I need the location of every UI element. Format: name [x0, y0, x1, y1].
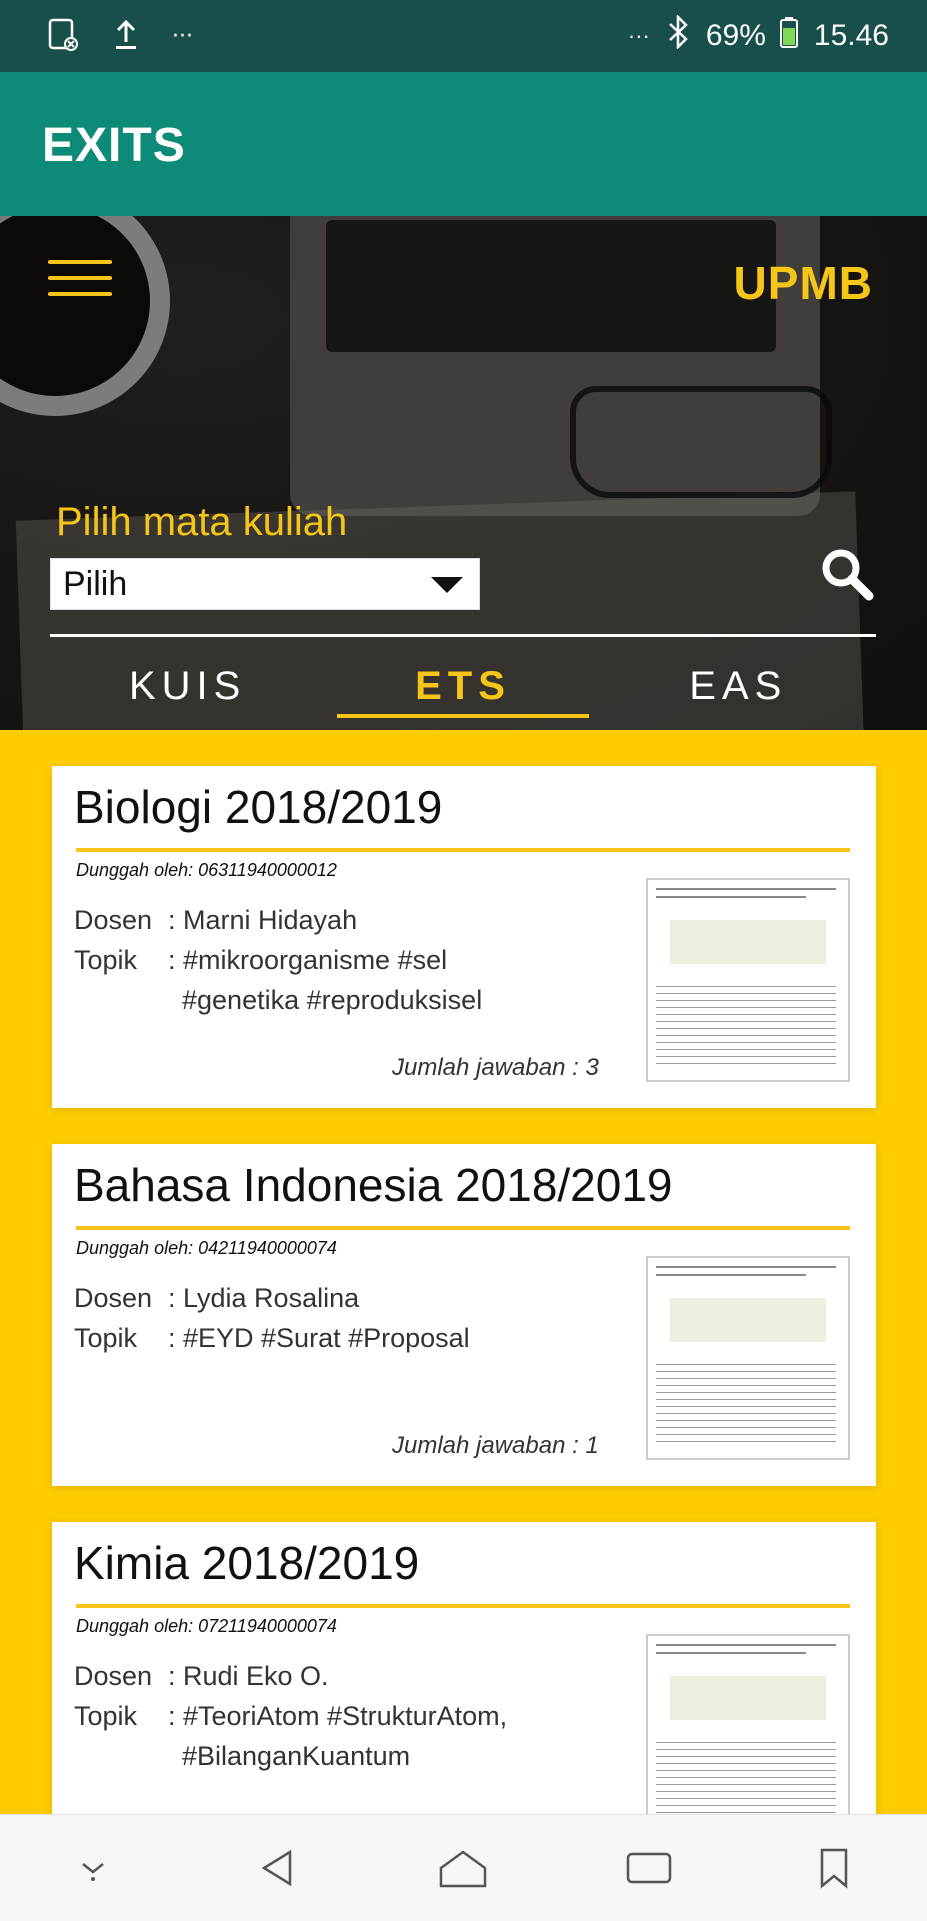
download-button[interactable] — [63, 1838, 123, 1898]
chevron-down-icon — [431, 577, 463, 593]
topik-value-continued: #genetika #reproduksisel — [182, 985, 483, 1015]
home-button[interactable] — [433, 1838, 493, 1898]
topik-label: Topik — [74, 945, 138, 975]
exam-thumbnail[interactable] — [646, 1256, 850, 1460]
recents-icon — [626, 1852, 672, 1884]
dosen-value: : Rudi Eko O. — [168, 1661, 329, 1691]
brand-label: UPMB — [733, 257, 873, 309]
card-meta: Dosen : Marni Hidayah Topik : #mikroorgani… — [74, 900, 602, 1020]
topik-value: : #mikroorganisme #sel — [168, 945, 448, 975]
menu-icon-line — [48, 260, 112, 264]
upload-icon — [108, 16, 144, 56]
back-icon — [261, 1849, 292, 1887]
tab-ets[interactable]: ETS — [325, 646, 600, 726]
tab-kuis[interactable]: KUIS — [50, 646, 325, 726]
app-title: EXITS — [42, 119, 186, 172]
tab-eas[interactable]: EAS — [601, 646, 876, 726]
system-nav-bar — [0, 1814, 927, 1921]
topik-value: : #EYD #Surat #Proposal — [168, 1323, 470, 1353]
topik-label: Topik — [74, 1701, 138, 1731]
divider — [50, 634, 876, 637]
exam-thumbnail[interactable] — [646, 878, 850, 1082]
topik-value-continued: #BilanganKuantum — [182, 1741, 411, 1771]
search-button[interactable] — [819, 546, 875, 602]
course-select[interactable]: Pilih — [50, 558, 480, 610]
card-uploader: Dunggah oleh: 06311940000012 — [76, 860, 337, 880]
exam-card[interactable]: Kimia 2018/2019 Dunggah oleh: 0721194000… — [52, 1522, 876, 1864]
battery-icon — [779, 16, 800, 56]
bookmark-icon — [821, 1848, 848, 1889]
card-uploader: Dunggah oleh: 07211940000074 — [76, 1616, 337, 1636]
dosen-value: : Marni Hidayah — [168, 905, 358, 935]
card-uploader: Dunggah oleh: 04211940000074 — [76, 1238, 337, 1258]
more-dots-icon: ··· — [627, 23, 650, 48]
card-title: Biologi 2018/2019 — [74, 781, 443, 833]
download-icon — [81, 1863, 104, 1881]
bluetooth-icon — [664, 13, 692, 57]
clock: 15.46 — [813, 19, 889, 52]
sd-card-icon — [44, 16, 80, 56]
search-icon — [822, 549, 874, 601]
card-title: Kimia 2018/2019 — [74, 1537, 420, 1589]
course-select-value: Pilih — [63, 565, 128, 603]
exam-list: Biologi 2018/2019 Dunggah oleh: 06311940… — [52, 766, 876, 1900]
home-icon — [440, 1850, 487, 1888]
dosen-label: Dosen — [74, 905, 153, 935]
answer-count: Jumlah jawaban : 1 — [392, 1432, 599, 1459]
card-title: Bahasa Indonesia 2018/2019 — [74, 1159, 673, 1211]
menu-icon-line — [48, 276, 112, 280]
exam-thumbnail[interactable] — [646, 1634, 850, 1838]
card-divider — [76, 848, 850, 852]
menu-button[interactable] — [48, 260, 112, 300]
bookmark-button[interactable] — [804, 1838, 864, 1898]
app-bar: EXITS — [0, 72, 927, 216]
course-select-label: Pilih mata kuliah — [56, 500, 348, 544]
exam-tabs: KUIS ETS EAS — [50, 646, 876, 726]
topik-label: Topik — [74, 1323, 138, 1353]
topik-value: : #TeoriAtom #StrukturAtom, — [168, 1701, 508, 1731]
card-divider — [76, 1604, 850, 1608]
dosen-label: Dosen — [74, 1661, 153, 1691]
recents-button[interactable] — [619, 1838, 679, 1898]
battery-percentage: 69% — [705, 19, 766, 52]
card-meta: Dosen : Lydia Rosalina Topik : #EYD #Surat… — [74, 1278, 588, 1358]
back-button[interactable] — [248, 1838, 308, 1898]
dosen-label: Dosen — [74, 1283, 153, 1313]
dosen-value: : Lydia Rosalina — [168, 1283, 360, 1313]
status-bar: ··· ··· 69% 15.46 — [0, 0, 927, 72]
menu-icon-line — [48, 292, 112, 296]
card-meta: Dosen : Rudi Eko O. Topik : #TeoriAtom #St… — [74, 1656, 602, 1776]
exam-card[interactable]: Biologi 2018/2019 Dunggah oleh: 06311940… — [52, 766, 876, 1108]
answer-count: Jumlah jawaban : 3 — [392, 1054, 599, 1081]
exam-card[interactable]: Bahasa Indonesia 2018/2019 Dunggah oleh:… — [52, 1144, 876, 1486]
status-left: ··· — [44, 12, 193, 60]
card-divider — [76, 1226, 850, 1230]
hero-header: UPMB Pilih mata kuliah Pilih KUIS ETS EA… — [0, 216, 927, 730]
more-dots-icon: ··· — [172, 23, 193, 49]
status-right: ··· 69% 15.46 — [627, 13, 889, 58]
